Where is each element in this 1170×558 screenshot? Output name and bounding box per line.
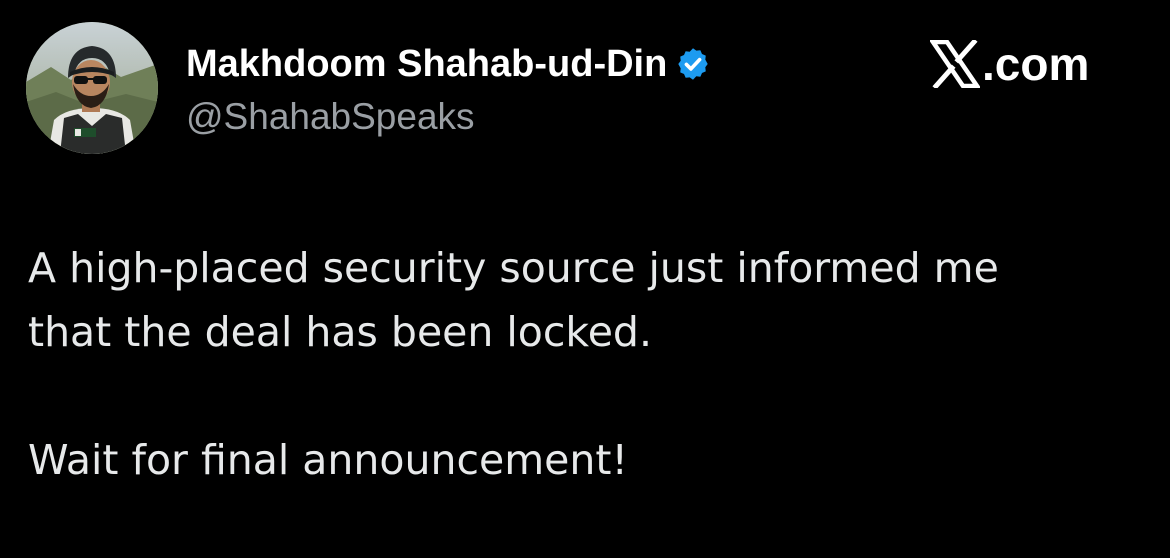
brand-logo: .com bbox=[930, 36, 1089, 92]
verified-badge-icon bbox=[675, 46, 711, 82]
brand-domain-text: .com bbox=[982, 38, 1090, 90]
tweet-card: Makhdoom Shahab-ud-Din @ShahabSpeaks .co… bbox=[0, 0, 1170, 558]
avatar[interactable] bbox=[26, 22, 158, 154]
x-logo-icon bbox=[930, 40, 980, 88]
author-display-name[interactable]: Makhdoom Shahab-ud-Din bbox=[186, 43, 667, 86]
avatar-photo bbox=[26, 22, 158, 154]
tweet-body: A high-placed security source just infor… bbox=[28, 236, 1148, 492]
author-handle[interactable]: @ShahabSpeaks bbox=[186, 96, 475, 138]
tweet-paragraph: A high-placed security source just infor… bbox=[28, 244, 999, 356]
tweet-paragraph: Wait for final announcement! bbox=[28, 436, 628, 484]
author-name-row[interactable]: Makhdoom Shahab-ud-Din bbox=[186, 42, 711, 86]
